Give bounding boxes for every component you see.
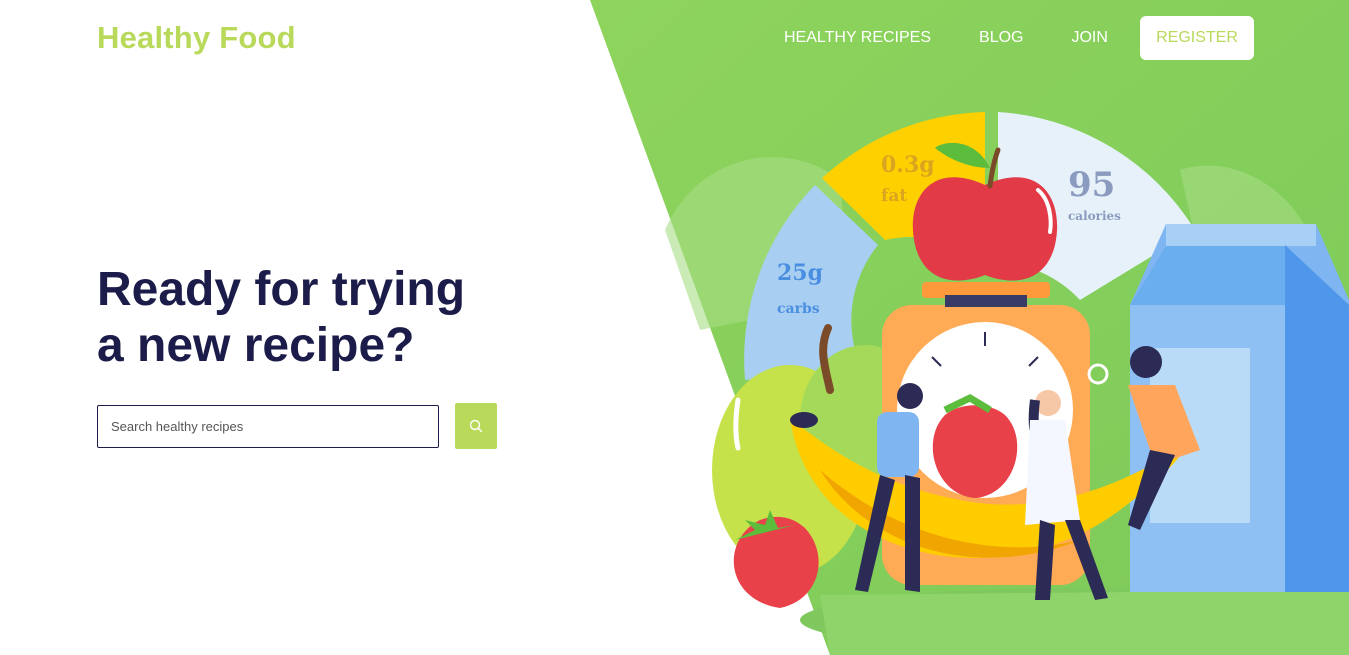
calories-value: 95 xyxy=(1068,165,1115,205)
carbs-label: carbs xyxy=(777,301,820,317)
calories-label: calories xyxy=(1068,209,1121,223)
carbs-value: 25g xyxy=(777,260,823,286)
nutrition-illustration: 0.3g fat 95 calories 25g carbs xyxy=(712,112,1349,655)
fat-label: fat xyxy=(881,186,907,206)
fat-value: 0.3g xyxy=(881,152,935,178)
